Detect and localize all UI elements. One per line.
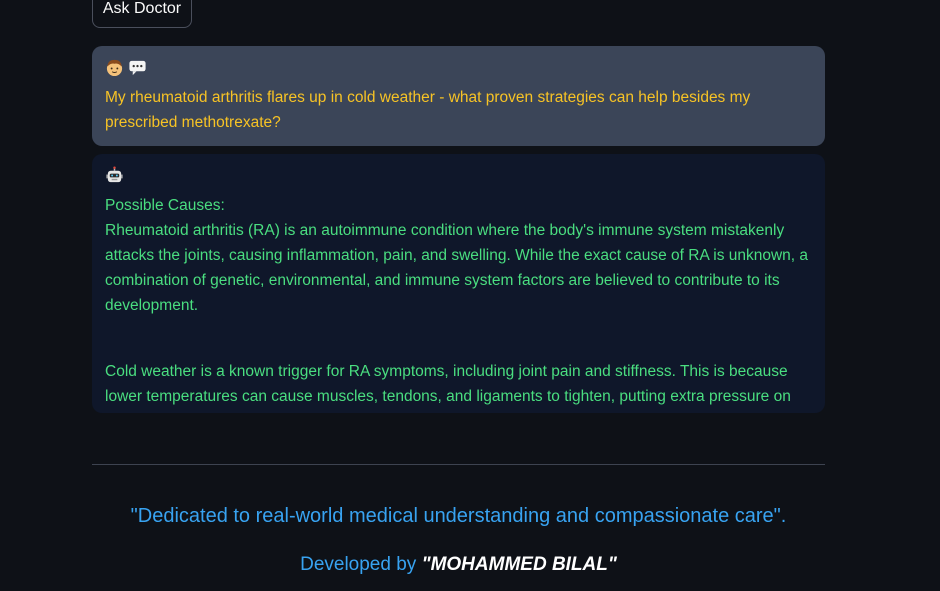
bot-message-card: Possible Causes: Rheumatoid arthritis (R… [92, 154, 825, 413]
ask-doctor-button[interactable]: Ask Doctor [92, 0, 192, 28]
bot-message-heading: Possible Causes: [105, 197, 225, 214]
speech-bubble-icon [128, 58, 147, 82]
bot-message-paragraph-2: Cold weather is a known trigger for RA s… [105, 363, 791, 405]
developed-by-label: Developed by [300, 554, 422, 575]
footer-quote: "Dedicated to real-world medical underst… [130, 505, 787, 527]
chat-page: Ask Doctor My rheumatoid arthritis flare… [0, 0, 940, 591]
user-message-text: My rheumatoid arthritis flares up in col… [105, 89, 751, 131]
robot-face-icon [105, 166, 124, 190]
user-message-card: My rheumatoid arthritis flares up in col… [92, 46, 825, 146]
footer-divider [92, 464, 825, 465]
developer-name: "MOHAMMED BILAL" [421, 554, 617, 575]
boy-face-icon [105, 58, 124, 82]
bot-icon-row [105, 166, 812, 190]
user-icon-row [105, 58, 812, 82]
developer-credit: Developed by "MOHAMMED BILAL" [92, 552, 825, 578]
bot-message-paragraph-1: Rheumatoid arthritis (RA) is an autoimmu… [105, 222, 809, 314]
